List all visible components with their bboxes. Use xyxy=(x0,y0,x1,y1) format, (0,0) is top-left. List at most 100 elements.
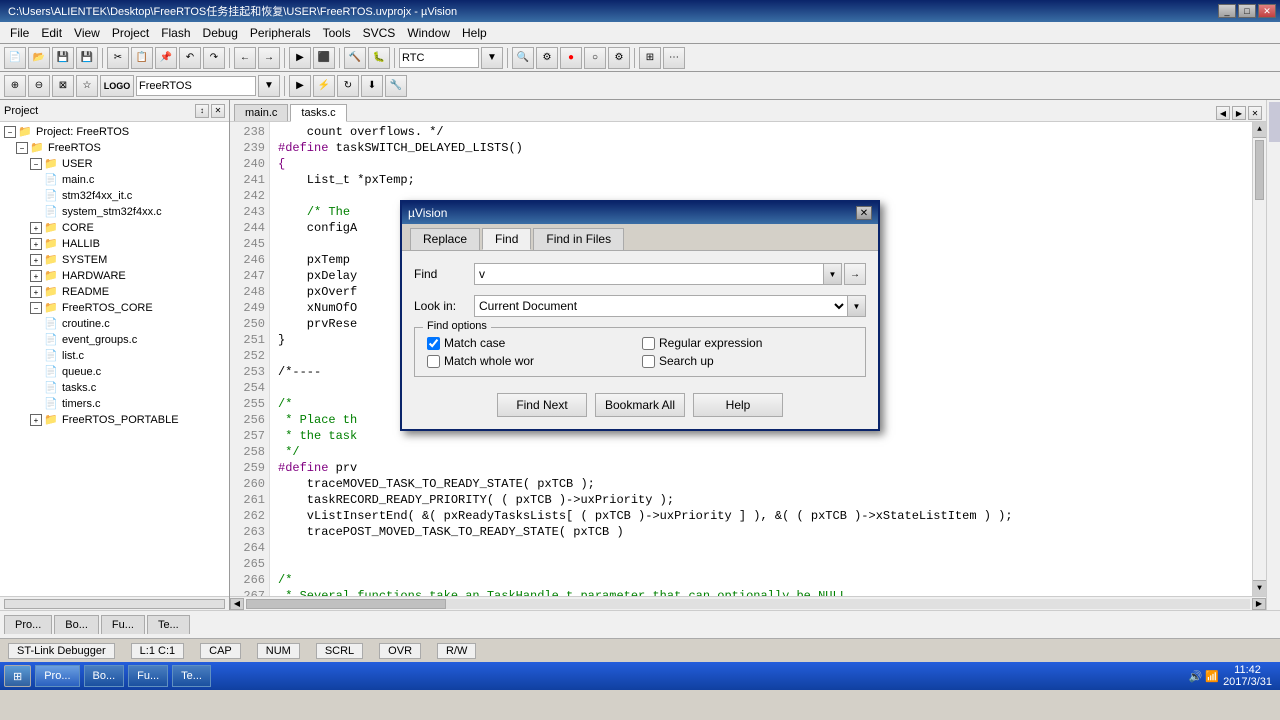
tab-main-c[interactable]: main.c xyxy=(234,104,288,121)
user-expander[interactable]: − xyxy=(30,158,42,170)
tb2-btn1[interactable]: ⊕ xyxy=(4,75,26,97)
save-all-button[interactable]: 💾 xyxy=(76,47,98,69)
paste-button[interactable]: 📌 xyxy=(155,47,177,69)
tb2-download-btn[interactable]: ⬇ xyxy=(361,75,383,97)
tab-close-btn[interactable]: ✕ xyxy=(1248,106,1262,120)
match-case-checkbox[interactable] xyxy=(427,337,440,350)
search-up-checkbox[interactable] xyxy=(642,355,655,368)
bottom-tab-templates[interactable]: Te... xyxy=(147,615,190,634)
hscroll-thumb[interactable] xyxy=(246,599,446,609)
find-next-small-btn[interactable]: → xyxy=(844,263,866,285)
tree-root[interactable]: − 📁 Project: FreeRTOS xyxy=(2,124,227,140)
menu-help[interactable]: Help xyxy=(456,24,493,42)
tree-freertos[interactable]: − 📁 FreeRTOS xyxy=(2,140,227,156)
regular-expression-checkbox[interactable] xyxy=(642,337,655,350)
tab-right-btn[interactable]: ▶ xyxy=(1232,106,1246,120)
taskbar-item-books[interactable]: Bo... xyxy=(84,665,125,687)
tb2-refresh-btn[interactable]: ↻ xyxy=(337,75,359,97)
tree-stm32[interactable]: 📄 stm32f4xx_it.c xyxy=(2,188,227,204)
panel-close-btn[interactable]: ✕ xyxy=(211,104,225,118)
bookmark-all-button[interactable]: Bookmark All xyxy=(595,393,685,417)
tb2-btn2[interactable]: ⊖ xyxy=(28,75,50,97)
tb2-config-btn[interactable]: 🔧 xyxy=(385,75,407,97)
open-button[interactable]: 📂 xyxy=(28,47,50,69)
tree-core[interactable]: + 📁 CORE xyxy=(2,220,227,236)
scroll-thumb[interactable] xyxy=(1255,140,1264,200)
tree-hallib[interactable]: + 📁 HALLIB xyxy=(2,236,227,252)
tab-tasks-c[interactable]: tasks.c xyxy=(290,104,346,122)
target-combo[interactable]: RTC xyxy=(399,48,479,68)
dialog-tab-find[interactable]: Find xyxy=(482,228,531,250)
scroll-down-btn[interactable]: ▼ xyxy=(1253,580,1266,596)
bottom-tab-project[interactable]: Pro... xyxy=(4,615,52,634)
taskbar-item-templates[interactable]: Te... xyxy=(172,665,211,687)
lookin-dropdown-btn[interactable]: ▼ xyxy=(848,295,866,317)
tree-readme[interactable]: + 📁 README xyxy=(2,284,227,300)
find-dropdown-btn[interactable]: ▼ xyxy=(824,263,842,285)
menu-svcs[interactable]: SVCS xyxy=(357,24,402,42)
hardware-expander[interactable]: + xyxy=(30,270,42,282)
project-combo[interactable] xyxy=(136,76,256,96)
target-combo-arrow[interactable]: ▼ xyxy=(481,47,503,69)
tree-croutine[interactable]: 📄 croutine.c xyxy=(2,316,227,332)
hscroll-thumb[interactable] xyxy=(4,599,225,609)
debug-button[interactable]: 🐛 xyxy=(368,47,390,69)
hscroll-track[interactable] xyxy=(246,599,1250,609)
menu-edit[interactable]: Edit xyxy=(35,24,68,42)
tb2-run-btn[interactable]: ▶ xyxy=(289,75,311,97)
options-button[interactable]: ⚙ xyxy=(536,47,558,69)
hallib-expander[interactable]: + xyxy=(30,238,42,250)
record-btn[interactable]: ○ xyxy=(584,47,606,69)
tree-user[interactable]: − 📁 USER xyxy=(2,156,227,172)
view-btn[interactable]: ⊞ xyxy=(639,47,661,69)
menu-view[interactable]: View xyxy=(68,24,106,42)
new-button[interactable]: 📄 xyxy=(4,47,26,69)
readme-expander[interactable]: + xyxy=(30,286,42,298)
hscroll-left-btn[interactable]: ◀ xyxy=(230,598,244,610)
search-button[interactable]: 🔍 xyxy=(512,47,534,69)
stop-button[interactable]: ⬛ xyxy=(313,47,335,69)
forward-button[interactable]: → xyxy=(258,47,280,69)
root-expander[interactable]: − xyxy=(4,126,16,138)
tree-freertos-core[interactable]: − 📁 FreeRTOS_CORE xyxy=(2,300,227,316)
menu-window[interactable]: Window xyxy=(401,24,456,42)
tab-left-btn[interactable]: ◀ xyxy=(1216,106,1230,120)
run-button[interactable]: ▶ xyxy=(289,47,311,69)
freertos-portable-expander[interactable]: + xyxy=(30,414,42,426)
hscroll-right-btn[interactable]: ▶ xyxy=(1252,598,1266,610)
freertos-core-expander[interactable]: − xyxy=(30,302,42,314)
taskbar-item-functions[interactable]: Fu... xyxy=(128,665,168,687)
find-next-button[interactable]: Find Next xyxy=(497,393,587,417)
tree-main-c[interactable]: 📄 main.c xyxy=(2,172,227,188)
scroll-up-btn[interactable]: ▲ xyxy=(1253,122,1266,138)
tree-hardware[interactable]: + 📁 HARDWARE xyxy=(2,268,227,284)
tree-timers[interactable]: 📄 timers.c xyxy=(2,396,227,412)
v-scrollbar[interactable]: ▲ ▼ xyxy=(1252,122,1266,596)
menu-file[interactable]: File xyxy=(4,24,35,42)
bottom-tab-books[interactable]: Bo... xyxy=(54,615,99,634)
project-hscroll[interactable] xyxy=(0,596,229,610)
start-button[interactable]: ⊞ xyxy=(4,665,31,687)
settings-btn[interactable]: ⚙ xyxy=(608,47,630,69)
code-hscroll[interactable]: ◀ ▶ xyxy=(230,596,1266,610)
more-btn[interactable]: ⋯ xyxy=(663,47,685,69)
find-dialog[interactable]: µVision ✕ Replace Find Find in Files Fin… xyxy=(400,200,880,431)
dialog-tab-replace[interactable]: Replace xyxy=(410,228,480,250)
close-button[interactable]: ✕ xyxy=(1258,4,1276,18)
system-expander[interactable]: + xyxy=(30,254,42,266)
tree-freertos-portable[interactable]: + 📁 FreeRTOS_PORTABLE xyxy=(2,412,227,428)
dialog-tab-find-in-files[interactable]: Find in Files xyxy=(533,228,624,250)
menu-tools[interactable]: Tools xyxy=(317,24,357,42)
tree-event-groups[interactable]: 📄 event_groups.c xyxy=(2,332,227,348)
tree-system-folder[interactable]: + 📁 SYSTEM xyxy=(2,252,227,268)
build-button[interactable]: 🔨 xyxy=(344,47,366,69)
copy-button[interactable]: 📋 xyxy=(131,47,153,69)
menu-project[interactable]: Project xyxy=(106,24,155,42)
tb2-btn4[interactable]: ☆ xyxy=(76,75,98,97)
tb2-flash-btn[interactable]: ⚡ xyxy=(313,75,335,97)
menu-flash[interactable]: Flash xyxy=(155,24,196,42)
dialog-close-button[interactable]: ✕ xyxy=(856,206,872,220)
core-expander[interactable]: + xyxy=(30,222,42,234)
help-button[interactable]: Help xyxy=(693,393,783,417)
redo-button[interactable]: ↷ xyxy=(203,47,225,69)
